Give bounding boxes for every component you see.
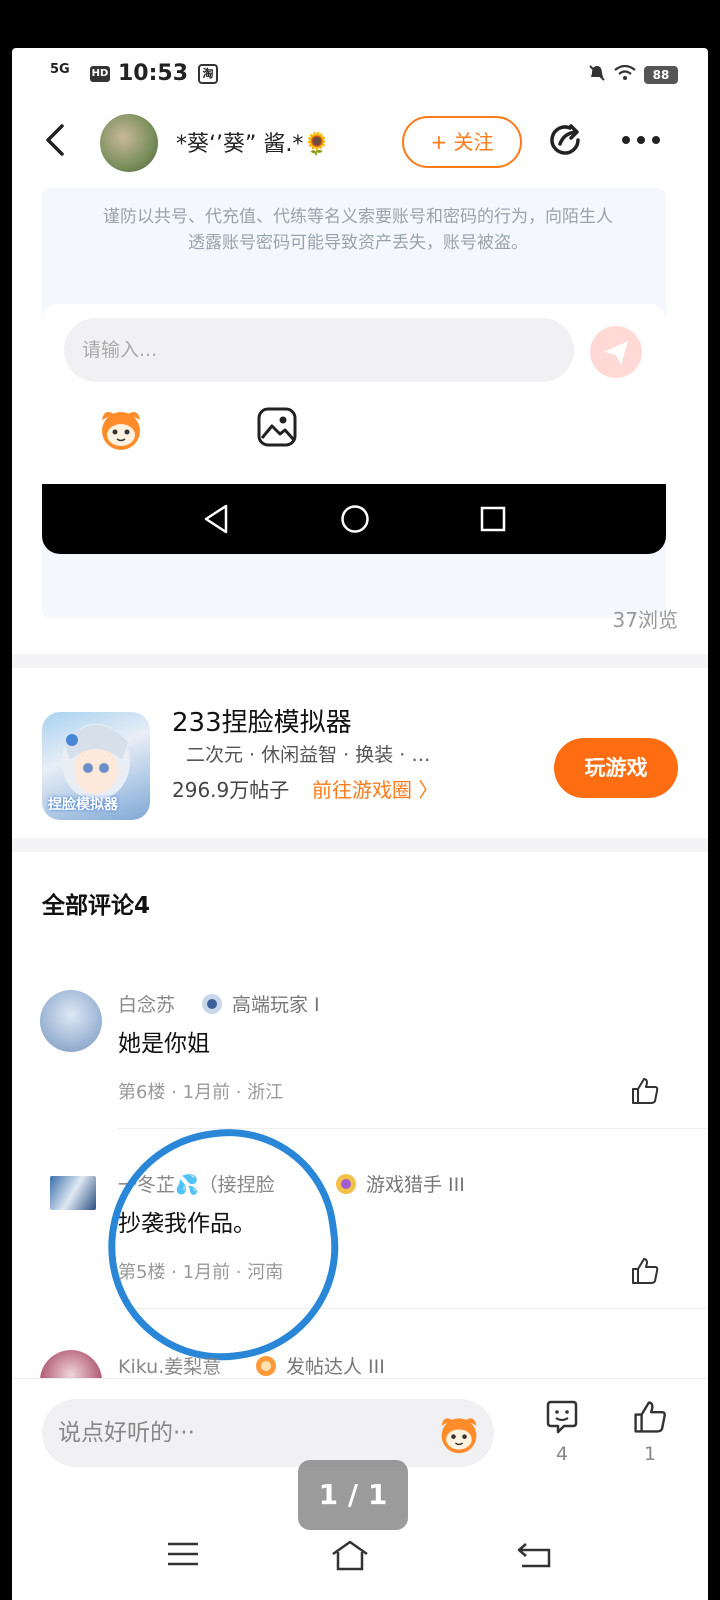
post-header: *葵‘’葵” 酱.*🌻 + 关注: [12, 108, 708, 176]
status-bar: 5G HD 10:53 淘 88: [12, 48, 708, 104]
back-button[interactable]: [42, 122, 66, 165]
annotation-circle: [93, 1115, 353, 1375]
back-icon[interactable]: [516, 1540, 552, 1570]
app-screen: 5G HD 10:53 淘 88 *葵‘’葵” 酱.*🌻 + 关注 谨防以共号、…: [12, 48, 708, 1600]
comment-separator: [118, 1308, 708, 1309]
wifi-icon: [614, 64, 636, 85]
comment-meta: 第5楼 · 1月前 · 河南: [118, 1262, 284, 1283]
nav-recent-icon[interactable]: [480, 506, 506, 532]
emoji-icon[interactable]: [94, 404, 148, 452]
like-icon[interactable]: [630, 1256, 660, 1286]
level-badge-icon: [336, 1174, 356, 1194]
game-tags: 二次元 · 休闲益智 · 换装 · …: [186, 744, 431, 766]
hd-badge: HD: [90, 66, 110, 82]
commenter-level: 高端玩家 I: [232, 994, 320, 1016]
commenter-name[interactable]: 一冬芷💦（接捏脸: [118, 1170, 275, 1197]
send-button[interactable]: [590, 326, 642, 378]
section-divider: [12, 654, 708, 668]
commenter-avatar[interactable]: [40, 990, 102, 1052]
more-options-icon[interactable]: [620, 122, 662, 152]
signal-indicator: 5G: [50, 62, 70, 77]
level-badge-icon: [256, 1356, 276, 1376]
status-time: 10:53: [118, 61, 189, 86]
view-count: 37浏览: [612, 608, 678, 632]
comment-separator: [118, 1128, 708, 1129]
nav-home-icon[interactable]: [340, 504, 370, 534]
emoji-icon[interactable]: [434, 1411, 484, 1455]
like-icon[interactable]: [630, 1076, 660, 1106]
like-count: 1: [643, 1443, 657, 1465]
embedded-nav-bar: [42, 484, 666, 554]
battery-indicator: 88: [644, 66, 678, 84]
section-divider: [12, 838, 708, 852]
chevron-left-icon: [46, 124, 64, 156]
reply-input[interactable]: 请输入...: [64, 318, 574, 382]
game-post-count: 296.9万帖子: [172, 778, 290, 802]
security-warning: 谨防以共号、代充值、代练等名义索要账号和密码的行为，向陌生人透露账号密码可能导致…: [103, 207, 613, 253]
home-icon[interactable]: [330, 1538, 370, 1572]
comments-title: 全部评论4: [42, 893, 151, 919]
game-circle-link[interactable]: 前往游戏圈 〉: [312, 774, 438, 803]
commenter-avatar[interactable]: [50, 1176, 96, 1210]
comment-input[interactable]: 说点好听的···: [42, 1399, 494, 1467]
author-name[interactable]: *葵‘’葵” 酱.*🌻: [176, 126, 331, 158]
image-icon[interactable]: [256, 406, 298, 448]
game-name[interactable]: 233捏脸模拟器: [172, 702, 352, 739]
play-game-button[interactable]: 玩游戏: [554, 738, 678, 798]
system-nav-bar: [12, 1518, 708, 1600]
follow-button[interactable]: + 关注: [402, 116, 522, 168]
comment-text: 抄袭我作品。: [118, 1211, 256, 1237]
send-icon: [604, 341, 628, 365]
page-indicator: 1 / 1: [298, 1460, 408, 1530]
author-avatar[interactable]: [100, 114, 158, 172]
comment-meta: 第6楼 · 1月前 · 浙江: [118, 1082, 284, 1103]
like-icon[interactable]: [632, 1399, 668, 1435]
reply-input-card: 请输入...: [42, 304, 666, 486]
commenter-name[interactable]: 白念苏: [118, 990, 175, 1017]
nav-back-icon[interactable]: [202, 504, 230, 534]
game-icon-label: 捏脸模拟器: [48, 797, 118, 813]
commenter-level: 发帖达人 III: [286, 1356, 385, 1378]
comment-text: 她是你姐: [118, 1031, 210, 1057]
menu-icon[interactable]: [166, 1540, 200, 1568]
commenter-name[interactable]: Kiku.姜梨意: [118, 1352, 221, 1379]
mute-icon: [588, 64, 606, 86]
comment-icon[interactable]: [544, 1399, 580, 1435]
comment-count: 4: [555, 1443, 569, 1465]
share-icon[interactable]: [546, 120, 586, 160]
notification-app-icon: 淘: [198, 64, 218, 84]
commenter-level: 游戏猎手 III: [366, 1174, 465, 1196]
reply-panel: 谨防以共号、代充值、代练等名义索要账号和密码的行为，向陌生人透露账号密码可能导致…: [42, 188, 666, 618]
level-badge-icon: [202, 994, 222, 1014]
game-icon[interactable]: 捏脸模拟器: [42, 712, 150, 820]
